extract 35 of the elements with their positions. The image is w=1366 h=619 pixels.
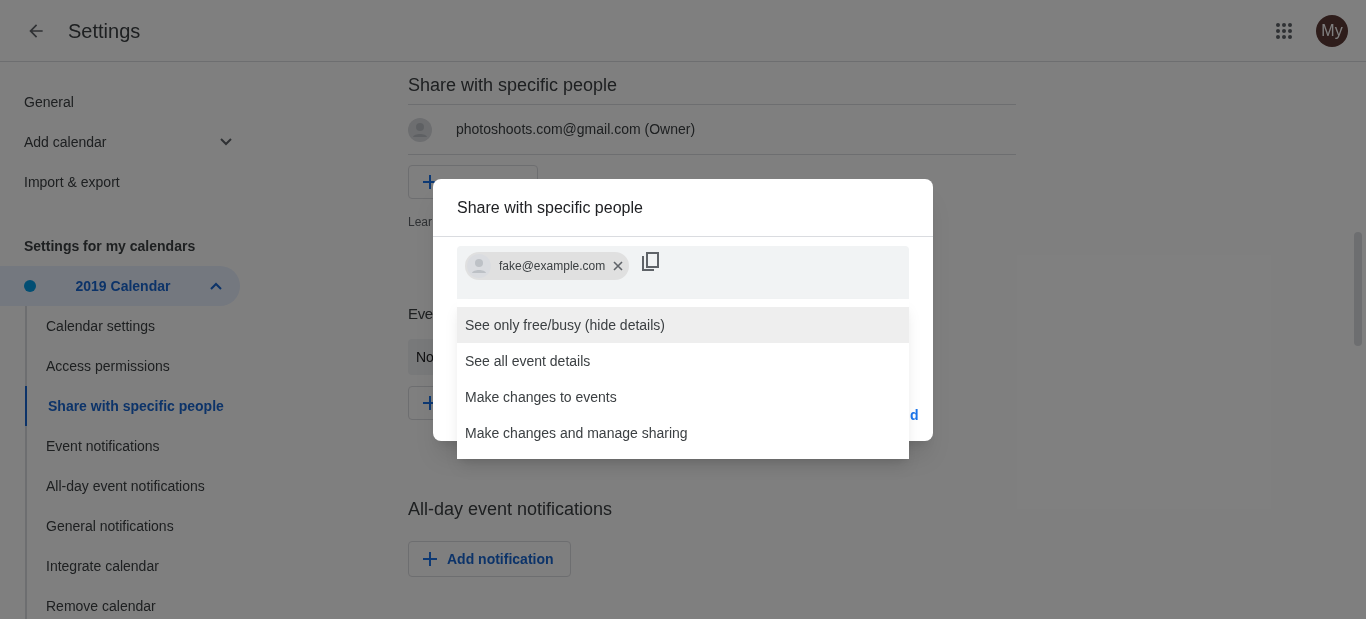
person-email: photoshoots.com@gmail.com (Owner) <box>456 120 696 139</box>
dialog-title: Share with specific people <box>433 179 933 237</box>
person-icon <box>467 254 491 278</box>
sidebar-subitem[interactable]: Event notifications <box>25 426 256 466</box>
sidebar-item[interactable]: Import & export <box>0 162 256 202</box>
add-notification-button[interactable]: Add notification <box>408 541 571 577</box>
person-icon <box>408 117 432 142</box>
sidebar-subitem[interactable]: General notifications <box>25 506 256 546</box>
section-heading: Share with specific people <box>408 73 619 97</box>
sidebar-subitem[interactable]: Remove calendar <box>25 586 256 619</box>
page-title: Settings <box>68 18 141 44</box>
section-heading: All-day event notifications <box>408 497 614 521</box>
send-link[interactable]: d <box>910 405 919 426</box>
email-chip[interactable]: fake@example.com <box>465 252 630 280</box>
permission-option[interactable]: Make changes to events <box>457 379 909 415</box>
email-input-field[interactable]: fake@example.com <box>457 246 909 302</box>
learn-more-text: Lear <box>408 214 433 229</box>
sidebar-subitem[interactable]: All-day event notifications <box>25 466 256 506</box>
close-icon[interactable] <box>613 261 624 271</box>
permission-option[interactable]: Make changes and manage sharing <box>457 415 909 451</box>
section-heading: Eve <box>408 303 433 324</box>
permission-option[interactable]: See all event details <box>457 343 909 379</box>
sidebar-item[interactable]: General <box>0 82 256 122</box>
sidebar-item[interactable]: Add calendar <box>0 122 256 162</box>
apps-grid-icon <box>1275 21 1293 40</box>
calendar-item[interactable]: 2019 Calendar <box>0 266 240 306</box>
plus-icon <box>423 552 437 566</box>
sidebar-subitem[interactable]: Calendar settings <box>25 306 256 346</box>
sidebar-subitem[interactable]: Access permissions <box>25 346 256 386</box>
copy-icon[interactable] <box>641 252 660 272</box>
sidebar-subitem[interactable]: Integrate calendar <box>25 546 256 586</box>
section-heading: Settings for my calendars <box>23 236 197 256</box>
permission-option[interactable]: See only free/busy (hide details) <box>457 307 909 343</box>
account-avatar[interactable]: My <box>1316 14 1348 47</box>
sidebar-subitem[interactable]: Share with specific people <box>25 386 256 426</box>
